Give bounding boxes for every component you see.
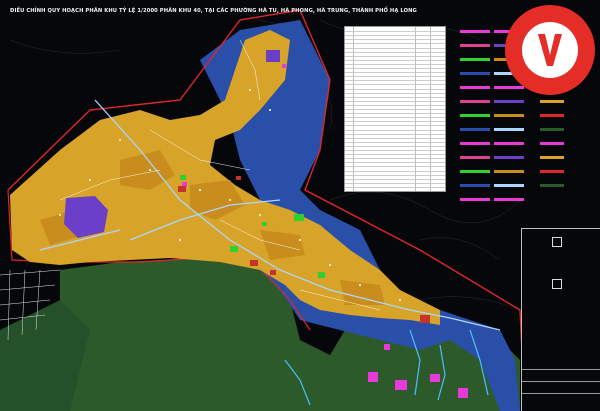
table-row-line	[345, 117, 445, 119]
legend-swatch	[494, 198, 524, 201]
legend-swatch	[540, 170, 564, 173]
table-row-line	[345, 186, 445, 188]
quy-hoach-viet-logo	[505, 5, 595, 95]
table-row-line	[345, 51, 445, 53]
table-row-line	[345, 80, 445, 82]
map-canvas[interactable]: ĐIỀU CHỈNH QUY HOẠCH PHÂN KHU TỶ LỆ 1/20…	[0, 0, 600, 411]
table-row-line	[345, 109, 445, 110]
table-row-line	[345, 170, 445, 172]
legend-swatch	[494, 170, 524, 173]
table-row-line	[345, 72, 445, 74]
legend-swatch	[494, 184, 524, 187]
legend-swatch	[540, 100, 564, 103]
table-row-line	[345, 113, 445, 115]
table-row-line	[345, 154, 445, 156]
legend-swatch	[494, 142, 524, 145]
table-row-line	[345, 39, 445, 41]
legend-swatch	[494, 114, 524, 117]
table-row-line	[345, 43, 445, 45]
legend-swatch	[460, 114, 490, 117]
legend-swatch	[460, 170, 490, 173]
stamp-square	[552, 279, 562, 289]
legend-swatch	[460, 44, 490, 47]
table-row-line	[345, 174, 445, 176]
table-row-line	[345, 35, 445, 37]
legend-swatch	[460, 86, 490, 89]
table-row-line	[345, 178, 445, 180]
legend-swatch	[460, 198, 490, 201]
legend-swatch	[540, 156, 564, 159]
title-block-divider	[522, 369, 600, 370]
table-row-line	[345, 59, 445, 61]
title-block-divider	[522, 381, 600, 382]
legend-swatch	[494, 100, 524, 103]
table-row-line	[345, 162, 445, 164]
legend-swatch	[460, 128, 490, 131]
title-block-divider	[522, 393, 600, 394]
table-row-line	[345, 92, 445, 94]
table-row-line	[345, 150, 445, 151]
table-row-line	[345, 96, 445, 98]
table-row-line	[345, 104, 445, 106]
legend-swatch	[494, 156, 524, 159]
legend-swatch	[460, 156, 490, 159]
legend-swatch	[540, 128, 564, 131]
legend-swatch	[460, 72, 490, 75]
legend-swatch	[540, 184, 564, 187]
table-row-line	[345, 55, 445, 57]
legend-swatch	[460, 184, 490, 187]
table-row-line	[345, 125, 445, 127]
table-row-line	[345, 133, 445, 135]
legend-swatch	[494, 128, 524, 131]
table-row-line	[345, 47, 445, 49]
legend-swatch	[460, 100, 490, 103]
legend-swatch	[460, 142, 490, 145]
table-row-line	[345, 145, 445, 147]
legend-swatch	[460, 30, 490, 33]
table-row-line	[345, 88, 445, 90]
map-title: ĐIỀU CHỈNH QUY HOẠCH PHÂN KHU TỶ LỆ 1/20…	[10, 8, 417, 14]
table-row-line	[345, 68, 445, 69]
legend-swatch	[460, 58, 490, 61]
table-row-line	[345, 166, 445, 168]
table-row-line	[345, 76, 445, 78]
drawing-title-block	[521, 228, 600, 411]
stamp-square	[552, 237, 562, 247]
table-row-line	[345, 141, 445, 143]
table-row-line	[345, 121, 445, 123]
public-facility-small	[266, 50, 280, 62]
legend-swatch	[540, 142, 564, 145]
table-row-line	[345, 129, 445, 131]
land-use-table	[344, 26, 446, 192]
table-row-line	[345, 158, 445, 160]
logo-inner-circle	[522, 22, 578, 78]
table-row-line	[345, 100, 445, 102]
table-row-line	[345, 84, 445, 86]
legend-swatch	[540, 114, 564, 117]
table-row-line	[345, 31, 445, 33]
table-row-line	[345, 63, 445, 65]
table-row-line	[345, 182, 445, 184]
table-row-line	[345, 137, 445, 139]
